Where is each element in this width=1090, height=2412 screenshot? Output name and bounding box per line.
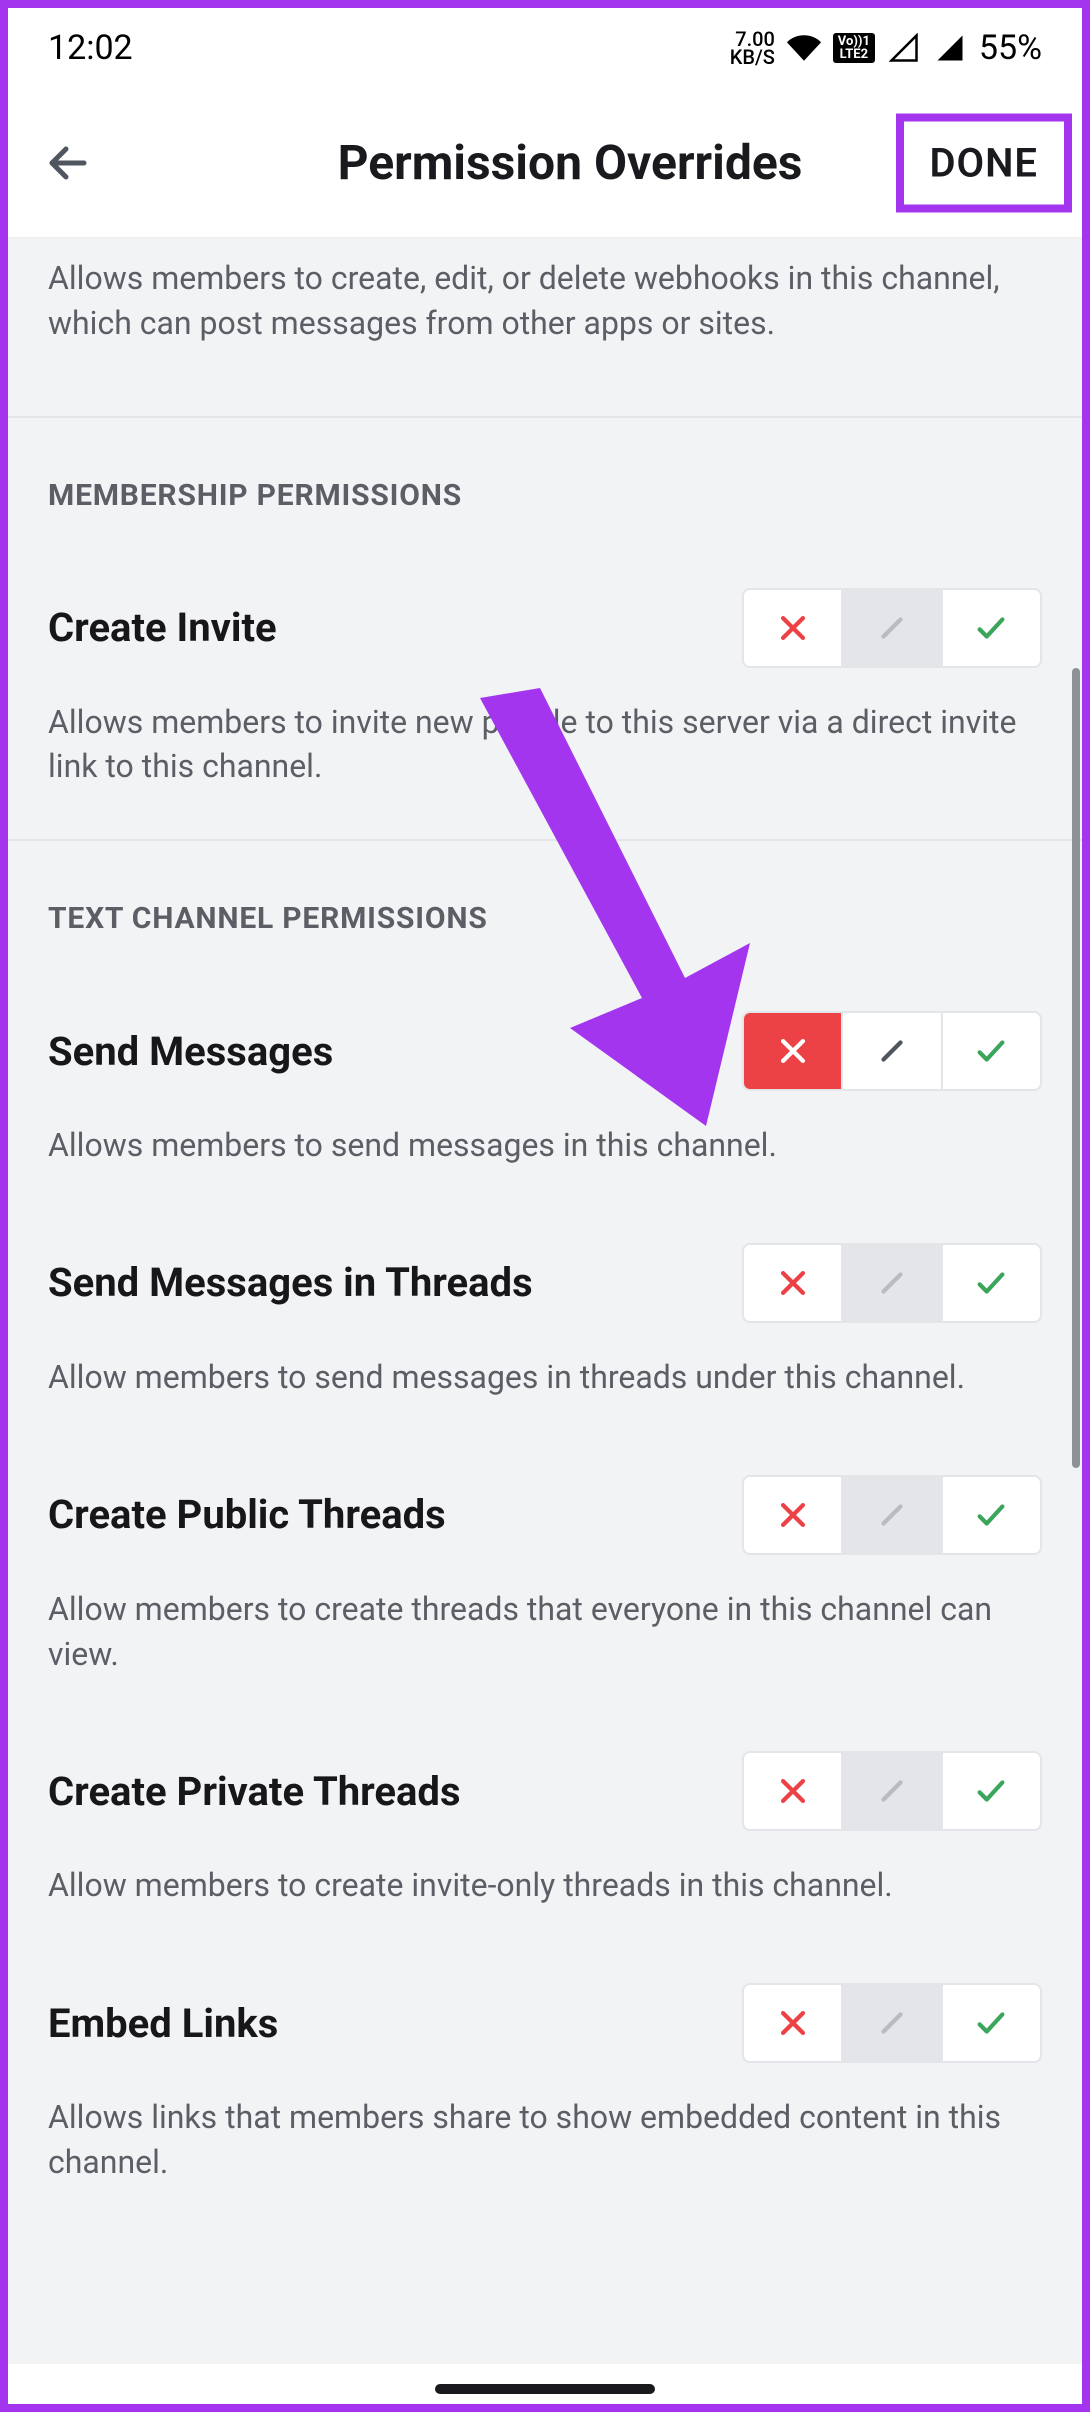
toggle-neutral[interactable] — [841, 1477, 940, 1553]
toggle-deny[interactable] — [744, 1477, 841, 1553]
toggle-neutral[interactable] — [841, 1985, 940, 2061]
wifi-icon — [787, 31, 821, 65]
tri-toggle-create-public-threads — [742, 1475, 1042, 1555]
content-scroll[interactable]: Allows members to create, edit, or delet… — [8, 238, 1082, 2364]
toggle-deny[interactable] — [744, 1245, 841, 1321]
perm-title: Embed Links — [48, 2000, 278, 2047]
toggle-deny[interactable] — [744, 1985, 841, 2061]
status-bar: 12:02 7.00 KB/S Vo))1LTE2 55% — [8, 8, 1082, 88]
tri-toggle-create-invite — [742, 588, 1042, 668]
done-button[interactable]: DONE — [930, 139, 1039, 186]
perm-title: Create Invite — [48, 604, 277, 651]
section-text-channel: TEXT CHANNEL PERMISSIONS — [8, 839, 1082, 956]
status-time: 12:02 — [48, 28, 133, 68]
perm-embed-links: Embed Links Allows links that members sh… — [8, 1928, 1082, 2205]
volte-icon: Vo))1LTE2 — [833, 33, 875, 63]
done-button-highlight: DONE — [896, 113, 1073, 212]
toggle-neutral[interactable] — [841, 1013, 940, 1089]
perm-desc: Allow members to send messages in thread… — [48, 1355, 1042, 1420]
perm-desc: Allow members to create threads that eve… — [48, 1587, 1042, 1697]
toggle-deny[interactable] — [744, 590, 841, 666]
perm-create-private-threads: Create Private Threads Allow members to … — [8, 1696, 1082, 1928]
perm-send-messages-threads: Send Messages in Threads Allow members t… — [8, 1188, 1082, 1420]
toggle-allow[interactable] — [941, 1477, 1040, 1553]
status-kbs: 7.00 KB/S — [730, 30, 775, 66]
signal-icon-1 — [887, 31, 921, 65]
toggle-allow[interactable] — [941, 1013, 1040, 1089]
perm-desc: Allows members to send messages in this … — [48, 1123, 1042, 1188]
perm-desc: Allow members to create invite-only thre… — [48, 1863, 1042, 1928]
status-battery: 55% — [979, 28, 1042, 68]
toggle-neutral[interactable] — [841, 590, 940, 666]
toggle-allow[interactable] — [941, 1753, 1040, 1829]
intro-description: Allows members to create, edit, or delet… — [8, 238, 1082, 416]
status-right: 7.00 KB/S Vo))1LTE2 55% — [730, 28, 1042, 68]
toggle-deny[interactable] — [744, 1753, 841, 1829]
section-membership: MEMBERSHIP PERMISSIONS — [8, 416, 1082, 533]
toggle-deny[interactable] — [744, 1013, 841, 1089]
perm-title: Send Messages — [48, 1028, 333, 1075]
perm-create-public-threads: Create Public Threads Allow members to c… — [8, 1420, 1082, 1697]
perm-create-invite: Create Invite Allows members to invite n… — [8, 533, 1082, 810]
perm-title: Send Messages in Threads — [48, 1259, 533, 1306]
scroll-indicator[interactable] — [1072, 668, 1080, 1468]
toggle-allow[interactable] — [941, 1245, 1040, 1321]
tri-toggle-send-messages — [742, 1011, 1042, 1091]
perm-desc: Allows links that members share to show … — [48, 2095, 1042, 2205]
toggle-allow[interactable] — [941, 1985, 1040, 2061]
app-bar: Permission Overrides DONE — [8, 88, 1082, 238]
nav-handle[interactable] — [435, 2384, 655, 2394]
toggle-neutral[interactable] — [841, 1753, 940, 1829]
toggle-allow[interactable] — [941, 590, 1040, 666]
perm-send-messages: Send Messages Allows members to send mes… — [8, 956, 1082, 1188]
signal-icon-2 — [933, 31, 967, 65]
toggle-neutral[interactable] — [841, 1245, 940, 1321]
perm-title: Create Public Threads — [48, 1491, 446, 1538]
tri-toggle-create-private-threads — [742, 1751, 1042, 1831]
perm-desc: Allows members to invite new people to t… — [48, 700, 1042, 810]
perm-title: Create Private Threads — [48, 1768, 461, 1815]
tri-toggle-embed-links — [742, 1983, 1042, 2063]
tri-toggle-send-messages-threads — [742, 1243, 1042, 1323]
